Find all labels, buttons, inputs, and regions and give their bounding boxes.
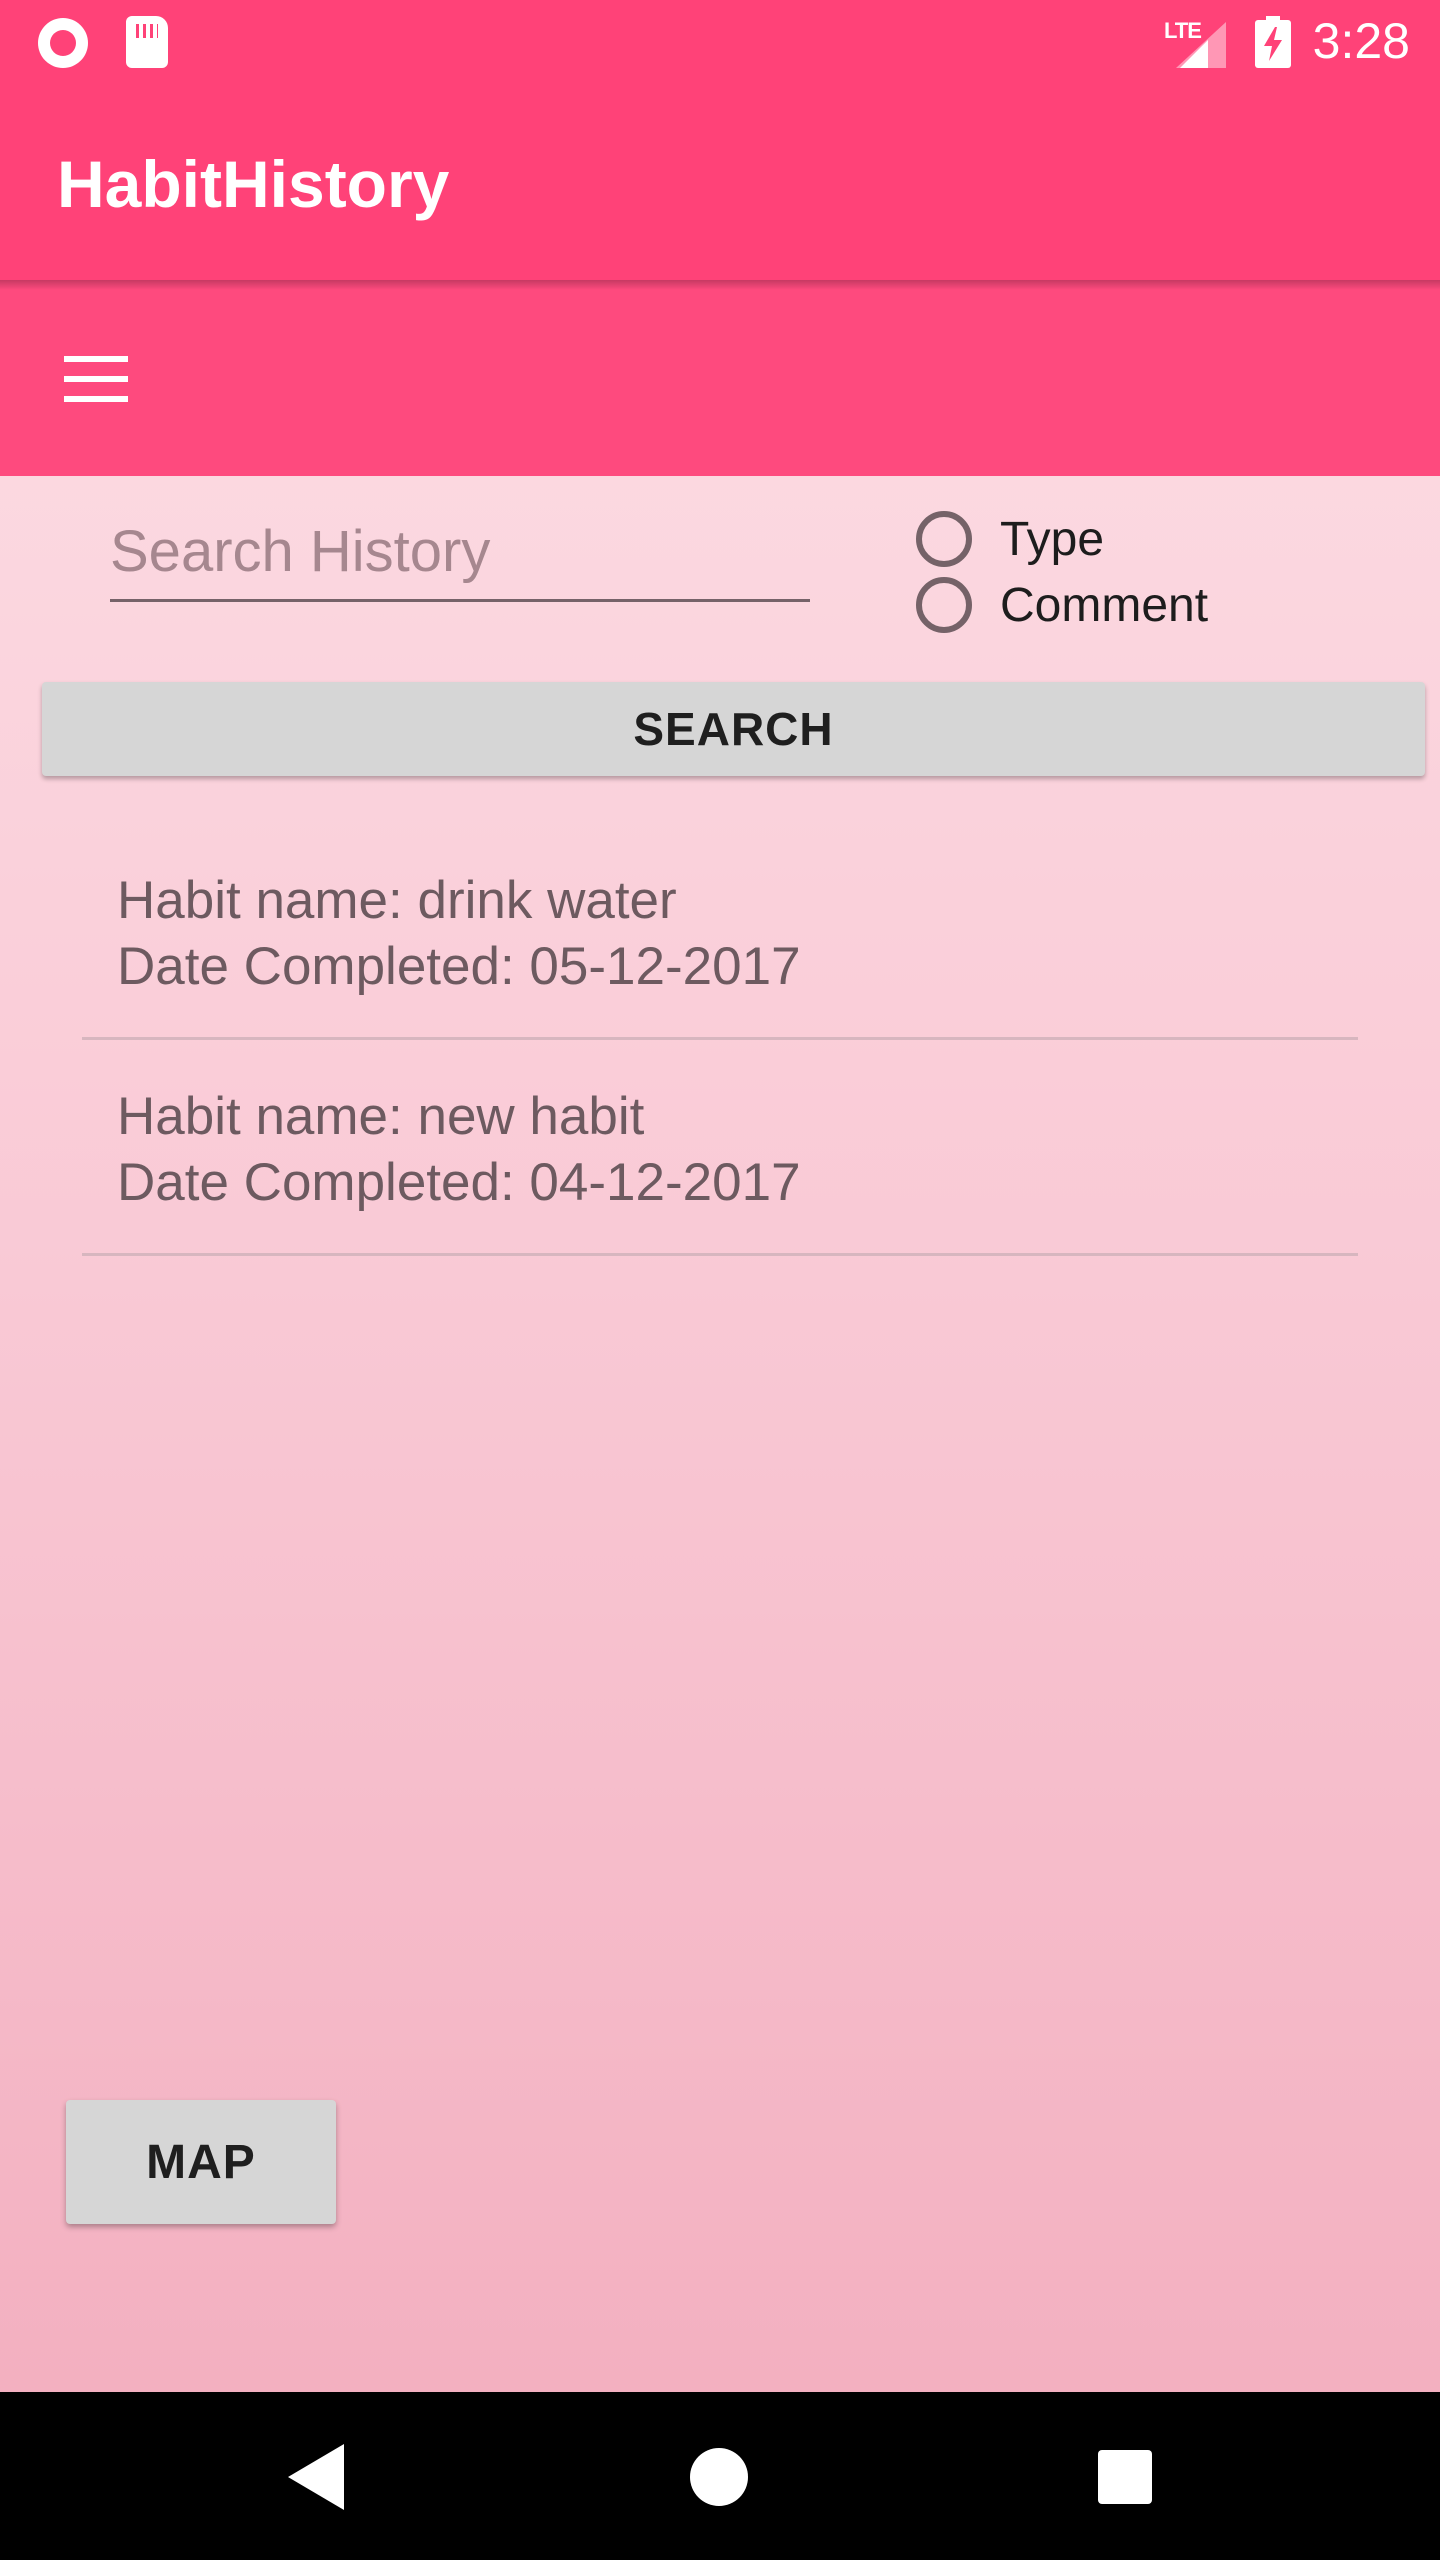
clock: 3:28 [1312, 13, 1410, 69]
sd-card-icon [126, 16, 168, 68]
history-list-item[interactable]: Habit name: drink water Date Completed: … [82, 826, 1358, 1040]
navigation-bar [0, 2392, 1440, 2560]
back-icon[interactable] [288, 2444, 344, 2510]
app-title: HabitHistory [57, 147, 450, 221]
map-button[interactable]: MAP [66, 2100, 336, 2224]
search-history-input[interactable] [110, 512, 810, 602]
search-button[interactable]: SEARCH [42, 682, 1425, 776]
recents-icon[interactable] [1098, 2450, 1152, 2504]
app-bar: HabitHistory [0, 84, 1440, 280]
home-icon[interactable] [690, 2448, 748, 2506]
record-icon [38, 18, 88, 68]
filter-label-comment: Comment [1000, 578, 1209, 632]
signal-icon [1176, 22, 1226, 68]
habit-name: Habit name: drink water [117, 871, 677, 930]
filter-radio-comment[interactable]: Comment [916, 572, 1316, 638]
battery-charging-icon [1255, 16, 1291, 68]
hamburger-menu-icon[interactable] [58, 348, 138, 408]
status-bar: LTE 3:28 [0, 0, 1440, 84]
filter-label-type: Type [1000, 512, 1105, 566]
filter-radio-type[interactable]: Type [916, 506, 1316, 572]
date-completed: Date Completed: 04-12-2017 [117, 1153, 801, 1212]
habit-name: Habit name: new habit [117, 1087, 645, 1146]
radio-circle-icon[interactable] [916, 577, 972, 633]
history-list-item[interactable]: Habit name: new habit Date Completed: 04… [82, 1042, 1358, 1256]
radio-circle-icon[interactable] [916, 511, 972, 567]
date-completed: Date Completed: 05-12-2017 [117, 937, 801, 996]
app-bar-shadow [0, 280, 1440, 290]
toolbar [0, 280, 1440, 476]
